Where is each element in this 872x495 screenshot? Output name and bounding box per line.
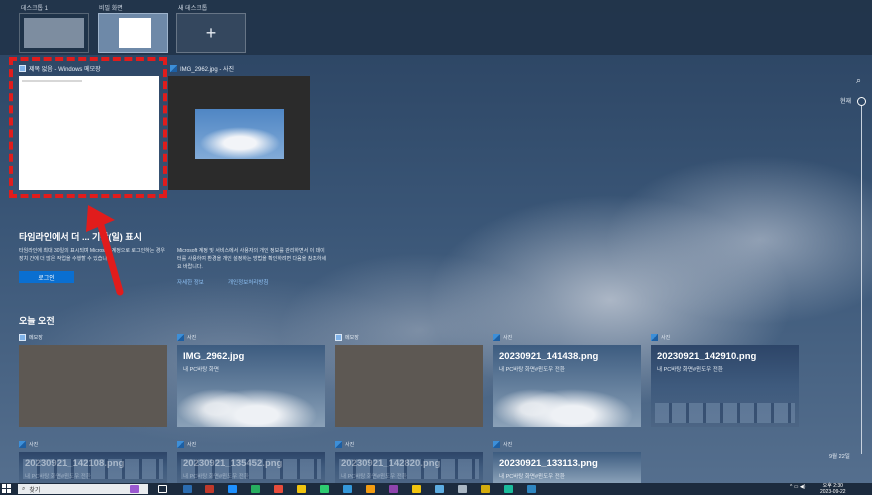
app-icon[interactable] xyxy=(389,485,398,493)
photos-icon xyxy=(493,334,500,341)
card-subtitle: 내 PC바탕 화면#윈도우 전환 xyxy=(657,367,723,373)
photos-icon xyxy=(177,334,184,341)
card-app-label: 사진 xyxy=(335,441,354,448)
card-app-label: 메모장 xyxy=(335,334,359,341)
photos-icon xyxy=(651,334,658,341)
app-icon[interactable] xyxy=(183,485,192,493)
app-icon[interactable] xyxy=(527,485,536,493)
activity-card[interactable]: 20230921_142820.png 내 PC바탕 화면#윈도우 전환 xyxy=(335,452,483,483)
photos-icon xyxy=(493,441,500,448)
taskbar-search-placeholder: 찾기 xyxy=(29,487,41,494)
photos-icon xyxy=(177,441,184,448)
taskbar-clock[interactable]: 오후 2:30 2023-09-22 xyxy=(820,483,846,495)
card-app-label: 사진 xyxy=(177,441,196,448)
card-subtitle: 내 PC바탕 화면#윈도우 전환 xyxy=(499,474,565,480)
activity-card[interactable]: 20230921_142910.png 내 PC바탕 화면#윈도우 전환 xyxy=(651,345,799,427)
timeline-now-label: 현재 xyxy=(840,99,852,105)
search-icon: ⌕ xyxy=(22,485,26,492)
edge-icon[interactable] xyxy=(228,485,237,493)
app-icon[interactable] xyxy=(297,485,306,493)
activity-card[interactable]: 20230921_133113.png 내 PC바탕 화면#윈도우 전환 xyxy=(493,452,641,483)
card-title: 20230921_141438.png xyxy=(499,351,599,362)
card-subtitle: 내 PC바탕 화면#윈도우 전환 xyxy=(341,474,407,480)
taskbar: ⌕ 찾기 ^ ▭ ◀) 오후 2:30 2023-09-22 xyxy=(0,483,872,495)
card-app-label: 사진 xyxy=(651,334,670,341)
timeline-slider-knob[interactable] xyxy=(857,97,866,106)
timeline-date-label: 9월 22일 xyxy=(829,454,850,460)
photos-icon xyxy=(19,441,26,448)
card-title: 20230921_135452.png xyxy=(183,458,283,469)
start-button[interactable] xyxy=(2,484,12,494)
app-icon[interactable] xyxy=(251,485,260,493)
app-icon[interactable] xyxy=(366,485,375,493)
card-subtitle: 내 PC바탕 화면#윈도우 전환 xyxy=(25,474,91,480)
card-app-label: 사진 xyxy=(19,441,38,448)
notepad-icon xyxy=(335,334,342,341)
activity-card[interactable]: 20230921_135452.png 내 PC바탕 화면#윈도우 전환 xyxy=(177,452,325,483)
activity-card[interactable]: 20230921_142108.png 내 PC바탕 화면#윈도우 전환 xyxy=(19,452,167,483)
photos-icon xyxy=(335,441,342,448)
notepad-icon xyxy=(19,334,26,341)
activity-card[interactable]: IMG_2962.jpg 내 PC바탕 화면 xyxy=(177,345,325,427)
app-icon[interactable] xyxy=(205,485,214,493)
app-icon[interactable] xyxy=(343,485,352,493)
card-app-label: 메모장 xyxy=(19,334,43,341)
system-tray[interactable]: ^ ▭ ◀) xyxy=(790,484,805,490)
app-icon[interactable] xyxy=(481,485,490,493)
card-subtitle: 내 PC바탕 화면 xyxy=(183,367,219,373)
card-subtitle: 내 PC바탕 화면#윈도우 전환 xyxy=(183,474,249,480)
section-title: 오늘 오전 xyxy=(19,316,55,326)
card-title: 20230921_133113.png xyxy=(499,458,598,469)
task-view-icon[interactable] xyxy=(158,485,167,493)
timeline-slider-track[interactable] xyxy=(861,104,862,454)
app-icon[interactable] xyxy=(458,485,467,493)
activity-card[interactable] xyxy=(19,345,167,427)
card-title: 20230921_142108.png xyxy=(25,458,125,469)
taskbar-search-box[interactable]: ⌕ 찾기 xyxy=(18,484,148,494)
app-icon[interactable] xyxy=(320,485,329,493)
card-title: 20230921_142820.png xyxy=(341,458,441,469)
app-icon[interactable] xyxy=(435,485,444,493)
app-icon[interactable] xyxy=(504,485,513,493)
activity-card[interactable] xyxy=(335,345,483,427)
card-title: IMG_2962.jpg xyxy=(183,351,245,362)
app-icon[interactable] xyxy=(412,485,421,493)
card-title: 20230921_142910.png xyxy=(657,351,757,362)
app-icon[interactable] xyxy=(274,485,283,493)
card-subtitle: 내 PC바탕 화면#윈도우 전환 xyxy=(499,367,565,373)
cortana-icon[interactable] xyxy=(130,485,139,493)
card-app-label: 사진 xyxy=(177,334,196,341)
card-app-label: 사진 xyxy=(493,334,512,341)
activity-card[interactable]: 20230921_141438.png 내 PC바탕 화면#윈도우 전환 xyxy=(493,345,641,427)
clock-date: 2023-09-22 xyxy=(820,489,846,495)
timeline-search-icon[interactable]: ⌕ xyxy=(856,75,861,86)
card-app-label: 사진 xyxy=(493,441,512,448)
